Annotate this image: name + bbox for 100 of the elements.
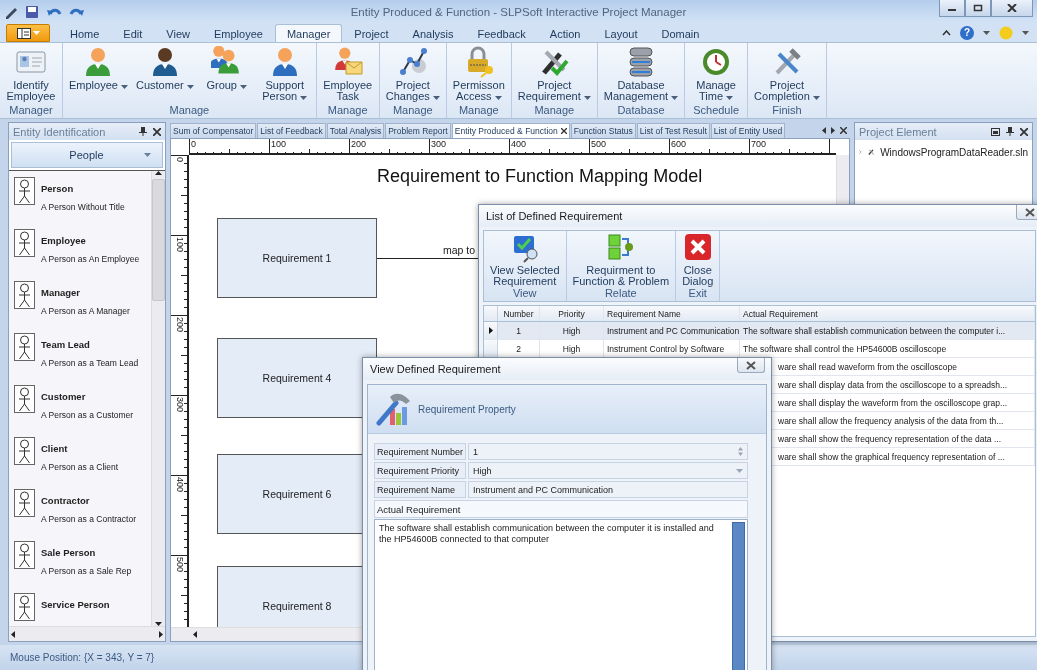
ribbon-tab[interactable]: Edit bbox=[111, 24, 155, 42]
memo-field[interactable]: The software shall establish communication between the computer it is installed and the HP54600B connected to that computer bbox=[374, 519, 748, 670]
input-field[interactable]: Instrument and PC Communication bbox=[468, 481, 748, 498]
entity-name[interactable]: Team Lead bbox=[41, 339, 90, 350]
ribbon-tab[interactable]: Feedback bbox=[465, 24, 538, 42]
group-label: Manage bbox=[457, 104, 500, 118]
ribbon-button[interactable]: Project Changes bbox=[382, 46, 443, 102]
group-label: View bbox=[512, 287, 537, 301]
toolbar-button[interactable]: Close Dialog bbox=[682, 233, 714, 287]
ribbon-tab[interactable]: Layout bbox=[592, 24, 650, 42]
panel-title: Entity Identification bbox=[13, 125, 107, 138]
field-label: Actual Requirement bbox=[374, 500, 748, 518]
group-label: Exit bbox=[688, 287, 707, 301]
group-label: Schedule bbox=[692, 104, 741, 118]
entity-name[interactable]: Person bbox=[41, 183, 74, 194]
ribbon-tab[interactable]: Domain bbox=[649, 24, 712, 42]
ribbon-button[interactable]: Identify Employee bbox=[3, 46, 59, 102]
entity-description: A Person as a Sale Rep bbox=[41, 566, 132, 576]
document-tab[interactable]: Total Analysis bbox=[326, 123, 385, 138]
tree-item[interactable]: WindowsProgramDataReader.sln bbox=[859, 144, 1028, 160]
entity-description: A Person as An Employee bbox=[41, 254, 140, 264]
ruler-label: 600 bbox=[671, 139, 687, 149]
field-label: Requirement Number bbox=[374, 443, 466, 460]
entity-description: A Person as a Customer bbox=[41, 410, 134, 420]
ribbon-button[interactable]: Project Requirement bbox=[514, 46, 594, 102]
ribbon-tab[interactable]: View bbox=[154, 24, 202, 42]
table-row[interactable]: 1 High Instrument and PC Communication The software shall establish communication between the computer i... bbox=[484, 322, 1035, 340]
ruler-label: 300 bbox=[431, 139, 447, 149]
entity-name[interactable]: Customer bbox=[41, 391, 86, 402]
column-header[interactable]: Actual Requirement bbox=[740, 306, 1035, 321]
column-header[interactable]: Number bbox=[498, 306, 540, 321]
table-cell: The software shall establish communication between the computer i... bbox=[740, 322, 1035, 339]
entity-name[interactable]: Client bbox=[41, 443, 68, 454]
spin-field[interactable]: 1 bbox=[468, 443, 748, 460]
requirement-node: Requirement 1 bbox=[217, 218, 377, 298]
status-text: Mouse Position: {X = 343, Y = 7} bbox=[10, 652, 155, 663]
ruler-label: 100 bbox=[175, 237, 185, 253]
ruler-label: 200 bbox=[351, 139, 367, 149]
table-cell: 1 bbox=[498, 322, 540, 339]
ruler-label: 700 bbox=[751, 139, 767, 149]
document-tab[interactable]: List of Test Result bbox=[636, 123, 710, 138]
ribbon-tab[interactable]: Analysis bbox=[400, 24, 466, 42]
ribbon-button[interactable]: Employee Task bbox=[319, 46, 376, 102]
group-label: Database bbox=[616, 104, 666, 118]
column-header[interactable]: Priority bbox=[540, 306, 604, 321]
dropdown-field[interactable]: High bbox=[468, 462, 748, 479]
category-dropdown[interactable]: People bbox=[11, 142, 163, 168]
ribbon-button[interactable]: Database Management bbox=[600, 46, 682, 102]
entity-name[interactable]: Service Person bbox=[41, 599, 110, 610]
ribbon-tab[interactable]: Manager bbox=[274, 24, 343, 42]
field-label: Requirement Name bbox=[374, 481, 466, 498]
group-label: Manage bbox=[391, 104, 434, 118]
panel-title: Project Element bbox=[859, 125, 938, 138]
ribbon-button[interactable]: Project Completion bbox=[751, 46, 823, 102]
entity-name[interactable]: Contractor bbox=[41, 495, 90, 506]
toolbar-button[interactable]: View Selected Requirement bbox=[490, 233, 560, 287]
entity-description: A Person as a Client bbox=[41, 462, 118, 472]
document-tab[interactable]: List of Feedback bbox=[257, 123, 326, 138]
field-label: Requirement Priority bbox=[374, 462, 466, 479]
document-tab[interactable]: List of Entity Used bbox=[710, 123, 786, 138]
group-label: Manage bbox=[326, 104, 369, 118]
entity-name[interactable]: Manager bbox=[41, 287, 81, 298]
dialog-title: View Defined Requirement bbox=[370, 363, 501, 375]
ribbon-button[interactable]: Permisson Access bbox=[449, 46, 508, 102]
entity-name[interactable]: Sale Person bbox=[41, 547, 96, 558]
ribbon-button[interactable]: Employee bbox=[66, 46, 131, 91]
document-tab[interactable]: Problem Report bbox=[385, 123, 451, 138]
section-title: Requirement Property bbox=[418, 403, 516, 415]
ruler-label: 0 bbox=[191, 139, 196, 149]
group-label: Manage bbox=[168, 104, 211, 118]
group-label: Finish bbox=[771, 104, 803, 118]
help-button[interactable]: ? bbox=[960, 25, 974, 40]
toolbar-button[interactable]: Requirment to Function & Problem bbox=[572, 233, 670, 287]
column-header[interactable]: Requirement Name bbox=[604, 306, 740, 321]
ribbon-button[interactable]: Manage Time bbox=[688, 46, 745, 102]
ruler-label: 0 bbox=[175, 157, 185, 162]
table-cell: Instrument and PC Communication bbox=[604, 322, 740, 339]
ribbon-button[interactable]: Support Person bbox=[256, 46, 313, 102]
ruler-label: 500 bbox=[175, 557, 185, 573]
document-tab[interactable]: Function Status bbox=[570, 123, 636, 138]
group-label: Relate bbox=[604, 287, 637, 301]
ruler-label: 300 bbox=[175, 397, 185, 413]
ribbon-tab[interactable]: Action bbox=[537, 24, 593, 42]
ribbon-tab[interactable]: Employee bbox=[201, 24, 275, 42]
document-tab[interactable]: Entity Produced & Function bbox=[451, 123, 570, 138]
entity-description: A Person Without Title bbox=[41, 202, 125, 212]
ribbon-tab[interactable]: Project bbox=[342, 24, 401, 42]
ribbon-button[interactable]: Group bbox=[198, 46, 255, 91]
table-cell: High bbox=[540, 322, 604, 339]
ruler-label: 400 bbox=[511, 139, 527, 149]
document-tab[interactable]: Sum of Compensator bbox=[170, 123, 257, 138]
entity-name[interactable]: Employee bbox=[41, 235, 86, 246]
ruler-label: 200 bbox=[175, 317, 185, 333]
entity-description: A Person as A Manager bbox=[41, 306, 130, 316]
connector-label: map to bbox=[443, 244, 476, 256]
ruler-label: 100 bbox=[271, 139, 287, 149]
ribbon-button[interactable]: Customer bbox=[133, 46, 197, 91]
window-title: Entity Produced & Function - SLPSoft Interactive Project Manager bbox=[349, 5, 688, 18]
diagram-title: Requirement to Function Mapping Model bbox=[377, 166, 703, 187]
ribbon-tab[interactable]: Home bbox=[58, 24, 112, 42]
